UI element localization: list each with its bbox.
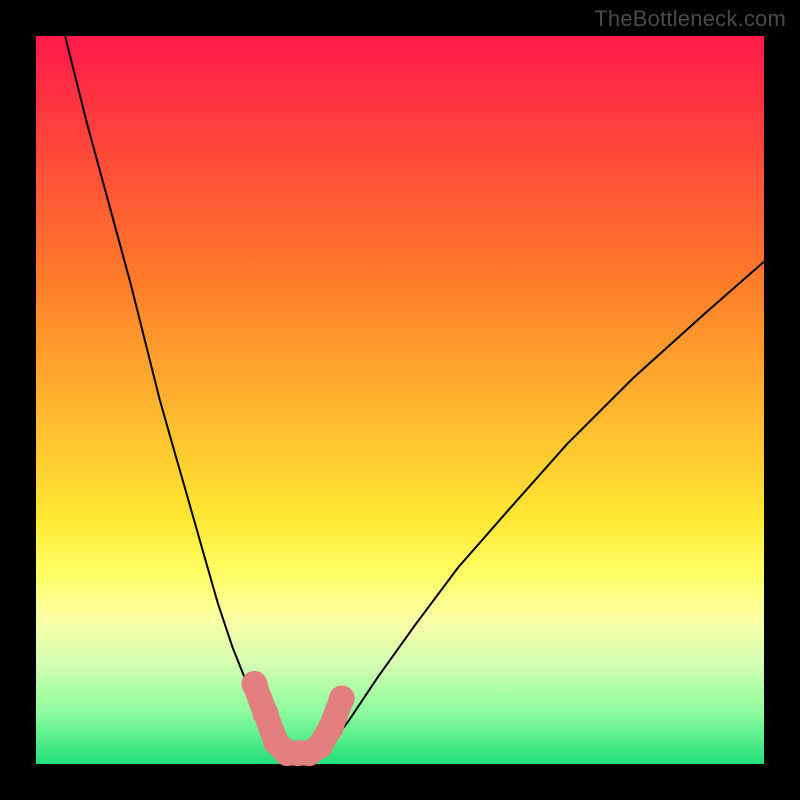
plot-area bbox=[36, 36, 764, 764]
chart-svg bbox=[36, 36, 764, 764]
curve-left-branch bbox=[65, 36, 276, 749]
watermark-text: TheBottleneck.com bbox=[594, 6, 786, 32]
curve-right-branch bbox=[327, 262, 764, 750]
marker-dot bbox=[318, 715, 344, 741]
marker-dot bbox=[241, 671, 267, 697]
marker-chain-group bbox=[241, 671, 354, 766]
marker-dot bbox=[252, 700, 278, 726]
series-lines bbox=[65, 36, 764, 749]
marker-dot bbox=[329, 686, 355, 712]
chart-frame: TheBottleneck.com bbox=[0, 0, 800, 800]
